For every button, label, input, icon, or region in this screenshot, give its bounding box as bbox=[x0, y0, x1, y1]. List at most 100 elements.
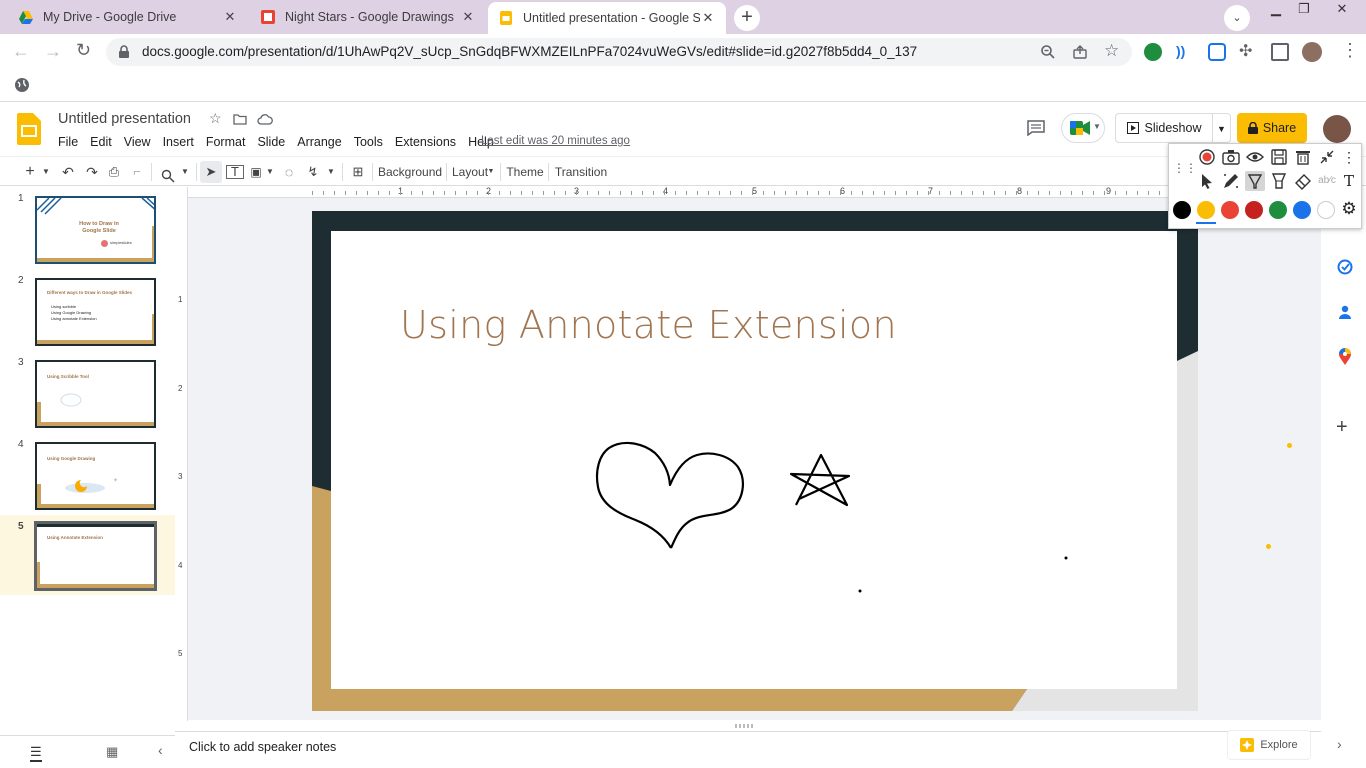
menu-extensions[interactable]: Extensions bbox=[395, 135, 462, 149]
meet-button[interactable]: ▼ bbox=[1061, 113, 1105, 143]
new-slide-icon[interactable]: + bbox=[22, 161, 38, 183]
color-swatch-yellow[interactable] bbox=[1197, 201, 1215, 219]
cloud-saved-icon[interactable] bbox=[257, 113, 273, 125]
profile-avatar[interactable] bbox=[1302, 42, 1322, 62]
paint-format-icon[interactable]: ⌐ bbox=[129, 161, 145, 183]
drag-handle-icon[interactable]: ⋮⋮ bbox=[1173, 158, 1197, 178]
tasks-icon[interactable] bbox=[1337, 259, 1353, 275]
collapse-icon[interactable] bbox=[1317, 147, 1337, 167]
notes-resize-handle[interactable] bbox=[735, 724, 755, 728]
close-tab-icon[interactable]: ✕ bbox=[460, 9, 476, 25]
line-icon[interactable]: ↯ bbox=[305, 161, 321, 183]
last-edit-link[interactable]: Last edit was 20 minutes ago bbox=[481, 135, 630, 147]
star-icon[interactable]: ☆ bbox=[209, 110, 222, 127]
color-swatch-blue[interactable] bbox=[1293, 201, 1311, 219]
globe-icon[interactable] bbox=[14, 77, 30, 93]
slide-thumbnail-2[interactable]: 2 Different ways to Draw in Google Slide… bbox=[0, 272, 175, 350]
extensions-puzzle-icon[interactable]: ✣ bbox=[1239, 41, 1252, 61]
menu-edit[interactable]: Edit bbox=[90, 135, 118, 149]
new-tab-button[interactable]: + bbox=[734, 5, 760, 31]
tab-google-drive[interactable]: My Drive - Google Drive ✕ bbox=[8, 0, 248, 34]
close-window-icon[interactable]: ✕ bbox=[1322, 0, 1362, 20]
slideshow-button[interactable]: Slideshow bbox=[1115, 113, 1213, 143]
chevron-down-icon[interactable]: ▼ bbox=[264, 161, 276, 183]
close-tab-icon[interactable]: ✕ bbox=[700, 10, 716, 26]
marker-icon[interactable] bbox=[1269, 171, 1289, 191]
camera-icon[interactable] bbox=[1221, 147, 1241, 167]
back-icon[interactable]: ← bbox=[12, 41, 30, 62]
read-aloud-extension-icon[interactable]: )) bbox=[1176, 43, 1194, 61]
chevron-down-icon[interactable]: ▼ bbox=[486, 161, 496, 183]
google-slides-logo-icon[interactable] bbox=[17, 113, 41, 145]
slide-canvas[interactable]: Using Annotate Extension bbox=[312, 211, 1198, 711]
slide-thumbnail-3[interactable]: 3 Using Scribble Tool bbox=[0, 354, 175, 432]
maps-icon[interactable] bbox=[1338, 348, 1352, 366]
menu-insert[interactable]: Insert bbox=[163, 135, 200, 149]
menu-file[interactable]: File bbox=[58, 135, 84, 149]
annotate-extension-icon[interactable] bbox=[1208, 43, 1226, 61]
settings-gear-icon[interactable]: ⚙ bbox=[1339, 199, 1359, 219]
theme-button[interactable]: Theme bbox=[506, 161, 544, 183]
menu-format[interactable]: Format bbox=[206, 135, 252, 149]
url-text[interactable]: docs.google.com/presentation/d/1UhAwPq2V… bbox=[142, 44, 917, 59]
share-button[interactable]: Share bbox=[1237, 113, 1307, 143]
minimize-icon[interactable]: ▁ bbox=[1262, 0, 1290, 20]
highlighter-icon[interactable] bbox=[1245, 171, 1265, 191]
restore-icon[interactable]: ❐ bbox=[1290, 0, 1318, 20]
color-swatch-white[interactable] bbox=[1317, 201, 1335, 219]
transition-button[interactable]: Transition bbox=[554, 161, 608, 183]
record-icon[interactable] bbox=[1197, 147, 1217, 167]
select-cursor-icon[interactable]: ➤ bbox=[200, 161, 222, 183]
undo-icon[interactable]: ↶ bbox=[60, 161, 76, 183]
omnibox[interactable]: docs.google.com/presentation/d/1UhAwPq2V… bbox=[106, 38, 1132, 66]
slide-content[interactable]: Using Annotate Extension bbox=[331, 231, 1177, 689]
slide-thumbnail-5[interactable]: 5 Using Annotate Extension bbox=[0, 515, 175, 595]
tab-google-drawings[interactable]: Night Stars - Google Drawings ✕ bbox=[250, 0, 486, 34]
contacts-icon[interactable] bbox=[1337, 304, 1353, 320]
cursor-icon[interactable] bbox=[1197, 171, 1217, 191]
chevron-down-icon[interactable]: ▼ bbox=[325, 161, 337, 183]
account-avatar[interactable] bbox=[1323, 115, 1351, 143]
comments-icon[interactable] bbox=[1027, 120, 1045, 136]
tab-search-button[interactable]: ⌄ bbox=[1224, 5, 1250, 31]
filmstrip-view-icon[interactable]: ☰ bbox=[30, 744, 42, 762]
pen-icon[interactable] bbox=[1221, 171, 1241, 191]
menu-view[interactable]: View bbox=[124, 135, 157, 149]
zoom-icon[interactable] bbox=[1040, 44, 1056, 60]
speaker-notes-placeholder[interactable]: Click to add speaker notes bbox=[189, 740, 336, 754]
side-panel-icon[interactable] bbox=[1271, 43, 1289, 61]
share-page-icon[interactable] bbox=[1072, 44, 1088, 60]
reload-icon[interactable]: ↻ bbox=[76, 40, 91, 61]
grammarly-extension-icon[interactable] bbox=[1144, 43, 1162, 61]
slide-thumbnail-1[interactable]: 1 How to Draw in Google Slide simpleslid… bbox=[0, 190, 175, 268]
slide-thumbnail-4[interactable]: 4 ✦ Using Google Drawing bbox=[0, 436, 175, 514]
speaker-notes[interactable]: Click to add speaker notes bbox=[175, 724, 1321, 768]
color-swatch-green[interactable] bbox=[1269, 201, 1287, 219]
trash-icon[interactable] bbox=[1293, 147, 1313, 167]
shape-icon[interactable]: ◌ bbox=[281, 161, 297, 183]
more-options-icon[interactable]: ⋮ bbox=[1339, 147, 1359, 167]
forward-icon[interactable]: → bbox=[44, 41, 62, 62]
slideshow-options-dropdown[interactable]: ▼ bbox=[1213, 113, 1231, 143]
color-swatch-black[interactable] bbox=[1173, 201, 1191, 219]
add-comment-icon[interactable]: ⊞ bbox=[350, 161, 366, 183]
text-box-icon[interactable]: T bbox=[226, 165, 244, 179]
save-icon[interactable] bbox=[1269, 147, 1289, 167]
chevron-down-icon[interactable]: ▼ bbox=[40, 161, 52, 183]
move-folder-icon[interactable] bbox=[233, 113, 247, 125]
chevron-down-icon[interactable]: ▼ bbox=[179, 161, 191, 183]
color-swatch-red[interactable] bbox=[1221, 201, 1239, 219]
eraser-icon[interactable] bbox=[1293, 171, 1313, 191]
image-icon[interactable]: ▣ bbox=[249, 161, 263, 183]
menu-slide[interactable]: Slide bbox=[257, 135, 291, 149]
browser-menu-icon[interactable]: ⋮ bbox=[1341, 40, 1359, 61]
document-title[interactable]: Untitled presentation bbox=[58, 111, 191, 127]
explore-button[interactable]: Explore bbox=[1227, 730, 1311, 760]
collapse-panel-icon[interactable]: ‹ bbox=[158, 742, 163, 758]
tab-google-slides[interactable]: Untitled presentation - Google Sl ✕ bbox=[488, 2, 726, 34]
grid-view-icon[interactable]: ▦ bbox=[106, 744, 118, 760]
add-addon-icon[interactable]: + bbox=[1336, 416, 1348, 439]
zoom-icon[interactable] bbox=[161, 165, 175, 187]
redo-icon[interactable]: ↷ bbox=[84, 161, 100, 183]
background-button[interactable]: Background bbox=[378, 161, 442, 183]
